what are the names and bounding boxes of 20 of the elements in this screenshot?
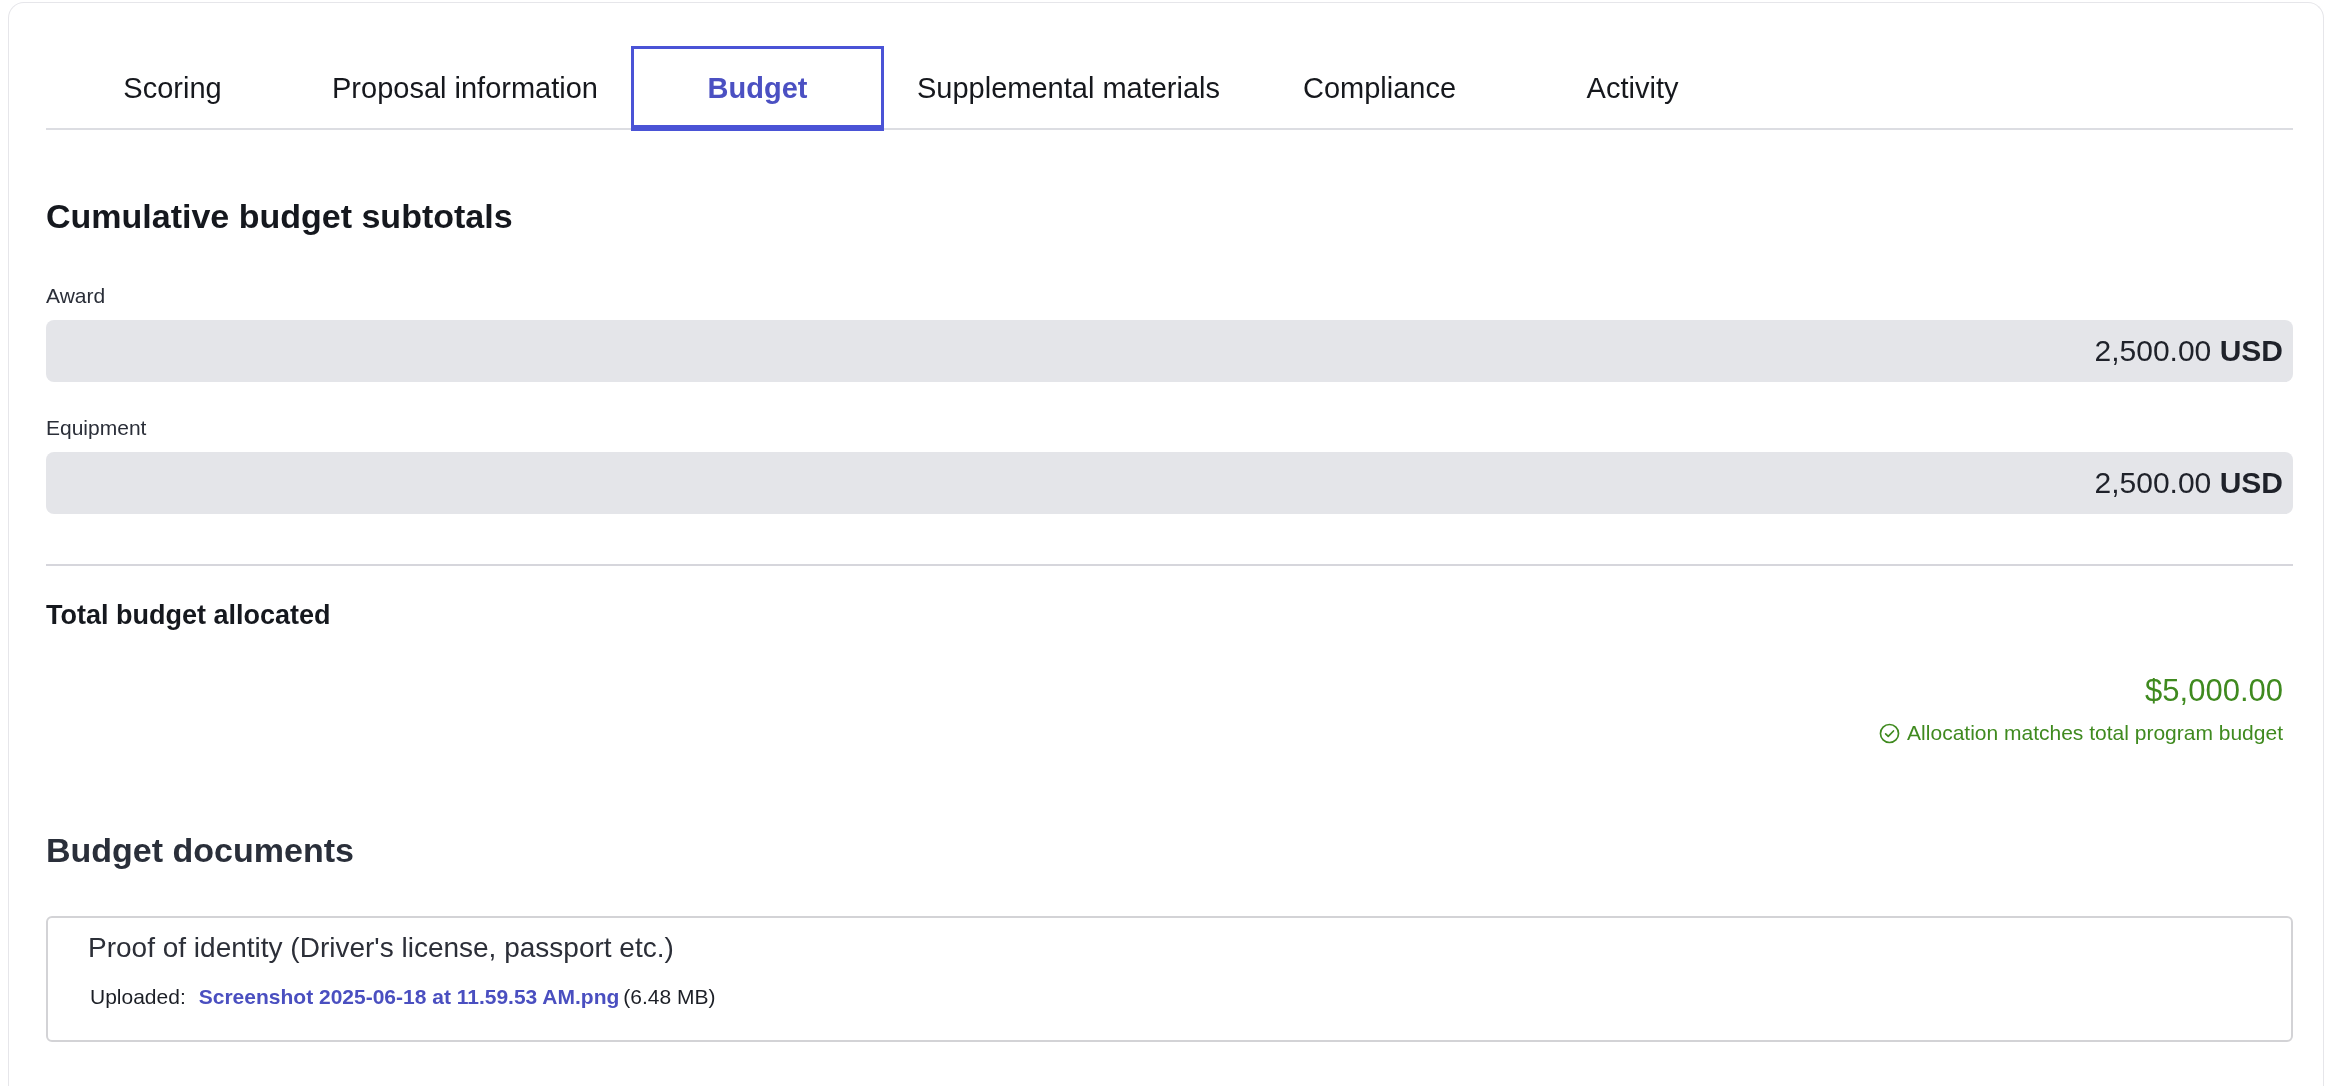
field-label: Equipment <box>46 415 148 441</box>
file-link[interactable]: Screenshot 2025-06-18 at 11.59.53 AM.png <box>198 983 620 1011</box>
amount-field: 2,500.00 USD <box>46 320 2293 382</box>
check-circle-icon <box>1879 722 1901 744</box>
amount-field: 2,500.00 USD <box>46 452 2293 514</box>
total-heading: Total budget allocated <box>46 599 332 632</box>
status-message: Allocation matches total program budget <box>1907 720 2283 746</box>
section-heading: Cumulative budget subtotals <box>46 196 514 237</box>
tab[interactable]: Supplemental materials <box>884 46 1254 131</box>
tab[interactable]: Scoring <box>46 46 299 131</box>
document-title: Proof of identity (Driver's license, passport etc.) <box>88 931 675 965</box>
file-size: (6.48 MB) <box>623 984 716 1010</box>
tab[interactable]: Proposal information <box>299 46 631 131</box>
tab[interactable]: Activity <box>1506 46 1760 131</box>
section-heading: Budget documents <box>46 830 355 871</box>
tab[interactable]: Compliance <box>1253 46 1507 131</box>
field-label: Award <box>46 283 107 309</box>
tab[interactable]: Budget <box>631 46 884 131</box>
total-amount: $5,000.00 <box>2145 672 2283 710</box>
uploaded-label: Uploaded: <box>90 984 186 1010</box>
